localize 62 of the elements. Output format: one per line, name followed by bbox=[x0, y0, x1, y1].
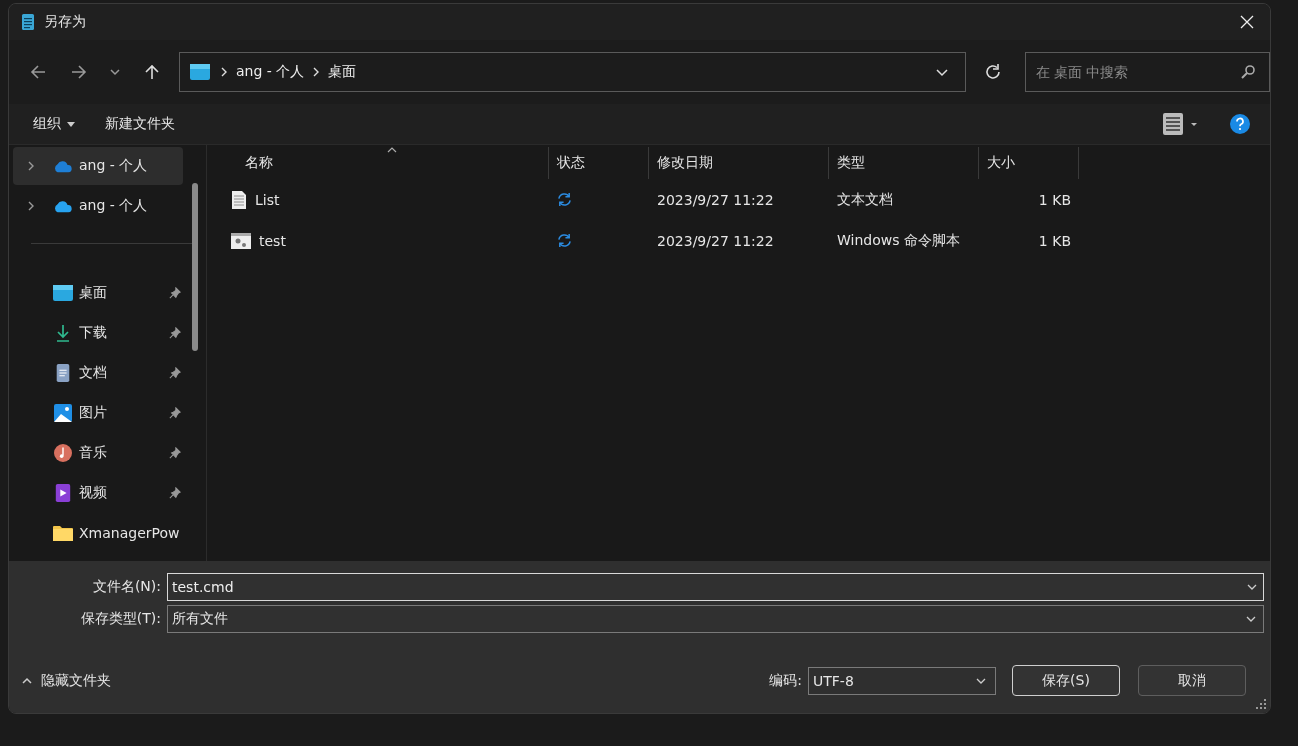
window-title: 另存为 bbox=[44, 13, 86, 31]
desktop-icon bbox=[53, 284, 73, 302]
column-header[interactable]: 修改日期 bbox=[649, 147, 829, 179]
list-view-icon bbox=[1163, 113, 1197, 135]
chevron-down-icon bbox=[109, 66, 122, 78]
sidebar-item[interactable]: 音乐 bbox=[13, 434, 183, 472]
chevron-icon bbox=[312, 66, 321, 78]
video-icon bbox=[53, 484, 73, 502]
sidebar-item[interactable]: 桌面 bbox=[13, 274, 183, 312]
organize-menu-button[interactable]: 组织 bbox=[23, 109, 85, 139]
caret-icon bbox=[67, 121, 75, 127]
filename-field[interactable]: test.cmd bbox=[167, 573, 1264, 601]
sidebar-item[interactable]: 视频 bbox=[13, 474, 183, 512]
field-label: 保存类型(T): bbox=[79, 610, 162, 628]
notepad-icon bbox=[20, 13, 36, 31]
new-folder-button[interactable]: 新建文件夹 bbox=[95, 109, 185, 139]
encoding-label: 编码: bbox=[769, 671, 802, 690]
sidebar-item[interactable]: 文档 bbox=[13, 354, 183, 392]
encoding-dropdown[interactable]: UTF-8 bbox=[808, 666, 996, 695]
chevron-icon bbox=[27, 160, 35, 172]
refresh-icon bbox=[984, 63, 1003, 81]
field-label: 文件名(N): bbox=[91, 578, 162, 596]
help-button[interactable] bbox=[1228, 112, 1252, 136]
date-cell-text: 2023/9/27 11:22 bbox=[656, 191, 775, 208]
picture-icon bbox=[53, 404, 73, 422]
column-header[interactable]: 状态 bbox=[549, 147, 649, 179]
arrow-left-icon bbox=[29, 63, 48, 81]
folder-icon bbox=[53, 524, 73, 542]
sidebar-item[interactable]: 下载 bbox=[13, 314, 183, 352]
search-icon bbox=[1240, 64, 1256, 80]
column-header[interactable]: 类型 bbox=[829, 147, 979, 179]
cancel-button[interactable]: 取消 bbox=[1138, 665, 1246, 696]
column-header[interactable]: 名称 bbox=[207, 147, 549, 179]
chevron-icon bbox=[220, 66, 228, 78]
close-icon bbox=[1240, 15, 1254, 29]
address-bar[interactable]: ang - 个人 桌面 bbox=[179, 52, 966, 92]
size-cell-text: 1 KB bbox=[1037, 232, 1072, 249]
type-cell-text: Windows 命令脚本 bbox=[836, 231, 961, 250]
breadcrumb-item[interactable]: ang - 个人 bbox=[236, 63, 305, 81]
desktop-icon bbox=[190, 64, 210, 80]
save-button[interactable]: 保存(S) bbox=[1012, 665, 1120, 696]
file-item[interactable]: List bbox=[207, 184, 549, 215]
sidebar-item[interactable]: ang - 个人 bbox=[13, 147, 183, 185]
file-item[interactable]: test bbox=[207, 225, 549, 256]
column-header[interactable]: 大小 bbox=[979, 147, 1079, 179]
date-cell-text: 2023/9/27 11:22 bbox=[656, 232, 775, 249]
text-file-icon bbox=[231, 190, 247, 209]
search-field[interactable]: 在 桌面 中搜索 bbox=[1024, 52, 1270, 92]
sidebar-item[interactable]: XmanagerPow bbox=[13, 514, 183, 552]
help-icon bbox=[1230, 114, 1250, 134]
file-type-dropdown[interactable]: 所有文件 bbox=[167, 605, 1264, 633]
sidebar-item[interactable]: 图片 bbox=[13, 394, 183, 432]
chevron-icon bbox=[27, 200, 35, 212]
music-note-icon bbox=[53, 444, 73, 462]
hide-folders-button[interactable]: 隐藏文件夹 bbox=[21, 667, 111, 694]
breadcrumb-item[interactable]: 桌面 bbox=[328, 63, 357, 81]
arrow-right-icon bbox=[70, 63, 89, 81]
scrollbar-thumb[interactable] bbox=[192, 183, 198, 351]
sidebar-item[interactable]: ang - 个人 bbox=[13, 187, 183, 225]
size-cell-text: 1 KB bbox=[1037, 191, 1072, 208]
type-cell-text: 文本文档 bbox=[836, 190, 894, 209]
resize-grip-icon[interactable] bbox=[1256, 699, 1266, 709]
